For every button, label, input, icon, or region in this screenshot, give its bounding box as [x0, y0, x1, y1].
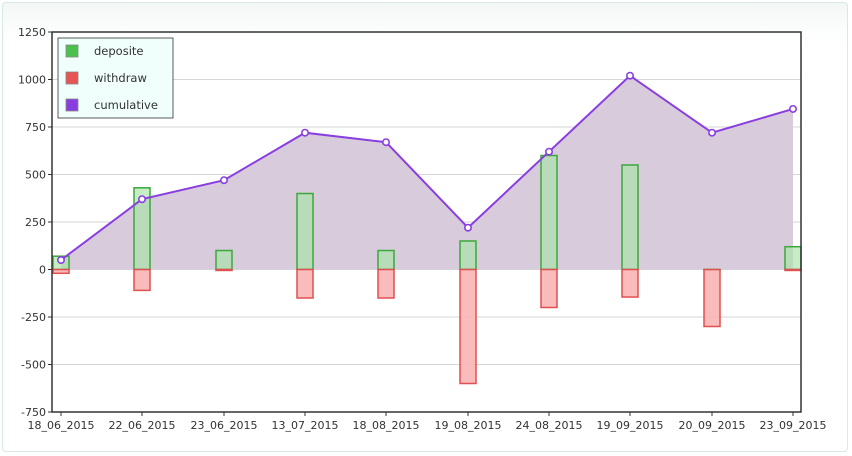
withdraw-bar — [133, 268, 151, 292]
y-tick-label: 1250 — [18, 26, 46, 39]
y-tick-label: 500 — [25, 169, 46, 182]
x-tick-label: 23_09_2015 — [760, 419, 827, 432]
cumulative-point — [788, 104, 797, 113]
withdraw-bar — [459, 268, 477, 385]
deposite-bar — [621, 164, 639, 271]
deposite-bar — [459, 240, 477, 271]
y-tick-label: 750 — [25, 121, 46, 134]
x-tick-label: 18_08_2015 — [353, 419, 420, 432]
legend-swatch-withdraw — [65, 71, 79, 85]
y-tick-label: -750 — [21, 406, 46, 419]
y-tick-label: 250 — [25, 216, 46, 229]
cumulative-point — [138, 195, 147, 204]
y-tick-label: -250 — [21, 311, 46, 324]
chart-svg: 1250 1000 750 500 250 0 -250 -500 -750 18_06_201… — [18, 26, 827, 432]
cumulative-point — [707, 128, 716, 137]
deposite-bar — [784, 245, 802, 271]
x-tick-label: 24_08_2015 — [516, 419, 583, 432]
withdraw-bar — [703, 268, 721, 328]
cumulative-point — [544, 147, 553, 156]
cumulative-point — [56, 255, 65, 264]
x-tick-label: 19_09_2015 — [597, 419, 664, 432]
cumulative-point — [381, 138, 390, 147]
withdraw-bar — [215, 268, 233, 272]
y-tick-label: 1000 — [18, 74, 46, 87]
cumulative-point — [625, 71, 634, 80]
deposite-bar — [215, 249, 233, 271]
cumulative-point — [220, 176, 229, 185]
legend: deposite withdraw cumulative — [57, 37, 174, 119]
legend-swatch-deposite — [65, 44, 79, 58]
x-tick-label: 23_06_2015 — [191, 419, 258, 432]
legend-label-withdraw: withdraw — [94, 71, 147, 85]
x-axis: 18_06_2015 22_06_2015 23_06_2015 13_07_2015… — [28, 412, 827, 432]
y-tick-label: -500 — [21, 359, 46, 372]
withdraw-bar — [621, 268, 639, 298]
legend-label-deposite: deposite — [94, 44, 143, 58]
deposite-bar — [540, 154, 558, 271]
withdraw-bar — [296, 268, 314, 299]
x-tick-label: 13_07_2015 — [272, 419, 339, 432]
legend-swatch-cumulative — [65, 98, 79, 112]
deposite-bar — [377, 249, 395, 271]
deposite-bar — [296, 192, 314, 271]
legend-label-cumulative: cumulative — [94, 98, 158, 112]
x-tick-label: 18_06_2015 — [28, 419, 95, 432]
withdraw-bar — [784, 268, 802, 272]
withdraw-bar — [52, 268, 70, 275]
x-tick-label: 19_08_2015 — [435, 419, 502, 432]
x-tick-label: 20_09_2015 — [679, 419, 746, 432]
cumulative-point — [300, 128, 309, 137]
y-axis: 1250 1000 750 500 250 0 -250 -500 -750 — [18, 26, 52, 419]
cumulative-point — [463, 223, 472, 232]
x-tick-label: 22_06_2015 — [109, 419, 176, 432]
y-tick-label: 0 — [39, 264, 46, 277]
withdraw-bar — [377, 268, 395, 299]
withdraw-bar — [540, 268, 558, 309]
